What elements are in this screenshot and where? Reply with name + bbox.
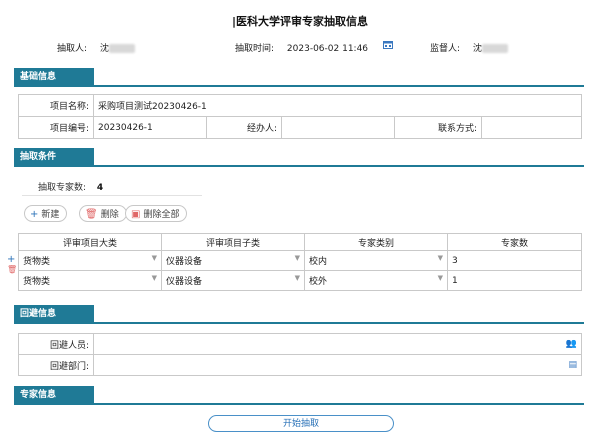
time-row: 抽取时间: 2023-06-02 11:46: [235, 41, 368, 54]
page-title: |医科大学评审专家抽取信息: [231, 15, 369, 28]
dropdown-arrow-icon: ▼: [437, 254, 443, 262]
time-value[interactable]: 2023-06-02 11:46: [287, 44, 368, 54]
expert-count-field[interactable]: 1: [447, 270, 582, 291]
dropdown-arrow-icon: ▼: [294, 254, 300, 262]
section-avoid-header: 回避信息: [14, 305, 584, 324]
minor-category-value: 仪器设备: [166, 277, 203, 287]
trash-icon: 🗑: [85, 209, 98, 220]
count-divider: [22, 195, 202, 196]
add-button[interactable]: + 新建: [24, 205, 68, 222]
column-header: 评审项目大类: [18, 233, 162, 251]
column-header: 专家数: [447, 233, 582, 251]
delete-all-button-label: 删除全部: [143, 210, 180, 220]
dropdown-arrow-icon: ▼: [437, 274, 443, 282]
row-add-icon[interactable]: +: [7, 255, 15, 265]
project-no-value: 20230426-1: [93, 116, 207, 139]
start-extraction-button[interactable]: 开始抽取: [208, 415, 394, 432]
plus-icon: +: [30, 209, 39, 220]
section-avoid-title: 回避信息: [14, 305, 94, 324]
expert-category-value: 校外: [309, 277, 328, 287]
minor-category-select[interactable]: 仪器设备 ▼: [161, 270, 305, 291]
section-underline: [94, 322, 584, 324]
project-name-label: 项目名称:: [18, 94, 94, 117]
section-underline: [94, 85, 584, 87]
minor-category-select[interactable]: 仪器设备 ▼: [161, 250, 305, 271]
avoid-dept-field[interactable]: ▤: [93, 354, 582, 376]
handler-label: 经办人:: [206, 116, 282, 139]
expert-category-select[interactable]: 校内 ▼: [304, 250, 448, 271]
section-underline: [94, 403, 584, 405]
minor-category-value: 仪器设备: [166, 257, 203, 267]
extractor-row: 抽取人: 沈: [57, 41, 135, 54]
redacted-blur: [481, 44, 508, 53]
project-name-value: 采购项目测试20230426-1: [93, 94, 582, 117]
dropdown-arrow-icon: ▼: [294, 274, 300, 282]
table-row: 货物类 ▼ 仪器设备 ▼ 校外 ▼ 1: [18, 270, 582, 291]
project-no-label: 项目编号:: [18, 116, 94, 139]
avoid-persons-field[interactable]: 👥: [93, 333, 582, 355]
dropdown-arrow-icon: ▼: [151, 274, 157, 282]
supervisor-label: 监督人:: [430, 44, 461, 54]
column-header: 专家类别: [304, 233, 448, 251]
expert-category-value: 校内: [309, 257, 328, 267]
expert-count-value[interactable]: 4: [97, 183, 103, 193]
expert-category-select[interactable]: 校外 ▼: [304, 270, 448, 291]
expert-count-label: 抽取专家数:: [38, 183, 87, 193]
dropdown-arrow-icon: ▼: [151, 254, 157, 262]
handler-field[interactable]: [281, 116, 395, 139]
section-experts-header: 专家信息: [14, 386, 584, 405]
table-row: 货物类 ▼ 仪器设备 ▼ 校内 ▼ 3: [18, 250, 582, 271]
column-header: 评审项目子类: [161, 233, 305, 251]
section-underline: [94, 165, 584, 167]
delete-all-icon: ▣: [131, 209, 141, 220]
redacted-blur: [108, 44, 135, 53]
major-category-value: 货物类: [23, 277, 51, 287]
contact-label: 联系方式:: [394, 116, 482, 139]
section-basic-title: 基础信息: [14, 68, 94, 87]
major-category-select[interactable]: 货物类 ▼: [18, 270, 162, 291]
conditions-table: 评审项目大类 评审项目子类 专家类别 专家数 货物类 ▼ 仪器设备 ▼ 校内 ▼ 3 …: [18, 233, 582, 291]
avoid-table: 回避人员: 👥 回避部门: ▤: [18, 333, 582, 376]
avoid-persons-label: 回避人员:: [18, 333, 94, 355]
calendar-icon[interactable]: [383, 40, 393, 49]
supervisor-row: 监督人: 沈: [430, 41, 508, 54]
major-category-value: 货物类: [23, 257, 51, 267]
major-category-select[interactable]: 货物类 ▼: [18, 250, 162, 271]
delete-button-label: 删除: [100, 210, 119, 220]
section-experts-title: 专家信息: [14, 386, 94, 405]
department-picker-icon[interactable]: ▤: [568, 360, 577, 370]
add-button-label: 新建: [41, 210, 60, 220]
time-label: 抽取时间:: [235, 44, 275, 54]
section-conditions-header: 抽取条件: [14, 148, 584, 167]
expert-count-row: 抽取专家数: 4: [38, 180, 103, 193]
extractor-label: 抽取人:: [57, 44, 88, 54]
section-basic-header: 基础信息: [14, 68, 584, 87]
section-conditions-title: 抽取条件: [14, 148, 94, 167]
user-picker-icon[interactable]: 👥: [566, 339, 577, 349]
basic-info-table: 项目名称: 采购项目测试20230426-1 项目编号: 20230426-1 …: [18, 94, 582, 139]
expert-count-field[interactable]: 3: [447, 250, 582, 271]
contact-field[interactable]: [481, 116, 582, 139]
row-delete-icon[interactable]: 🗑: [7, 266, 17, 274]
delete-button[interactable]: 🗑 删除: [79, 205, 127, 222]
extractor-value: 沈: [99, 44, 109, 54]
avoid-dept-label: 回避部门:: [18, 354, 94, 376]
delete-all-button[interactable]: ▣ 删除全部: [125, 205, 188, 222]
supervisor-value: 沈: [472, 44, 482, 54]
